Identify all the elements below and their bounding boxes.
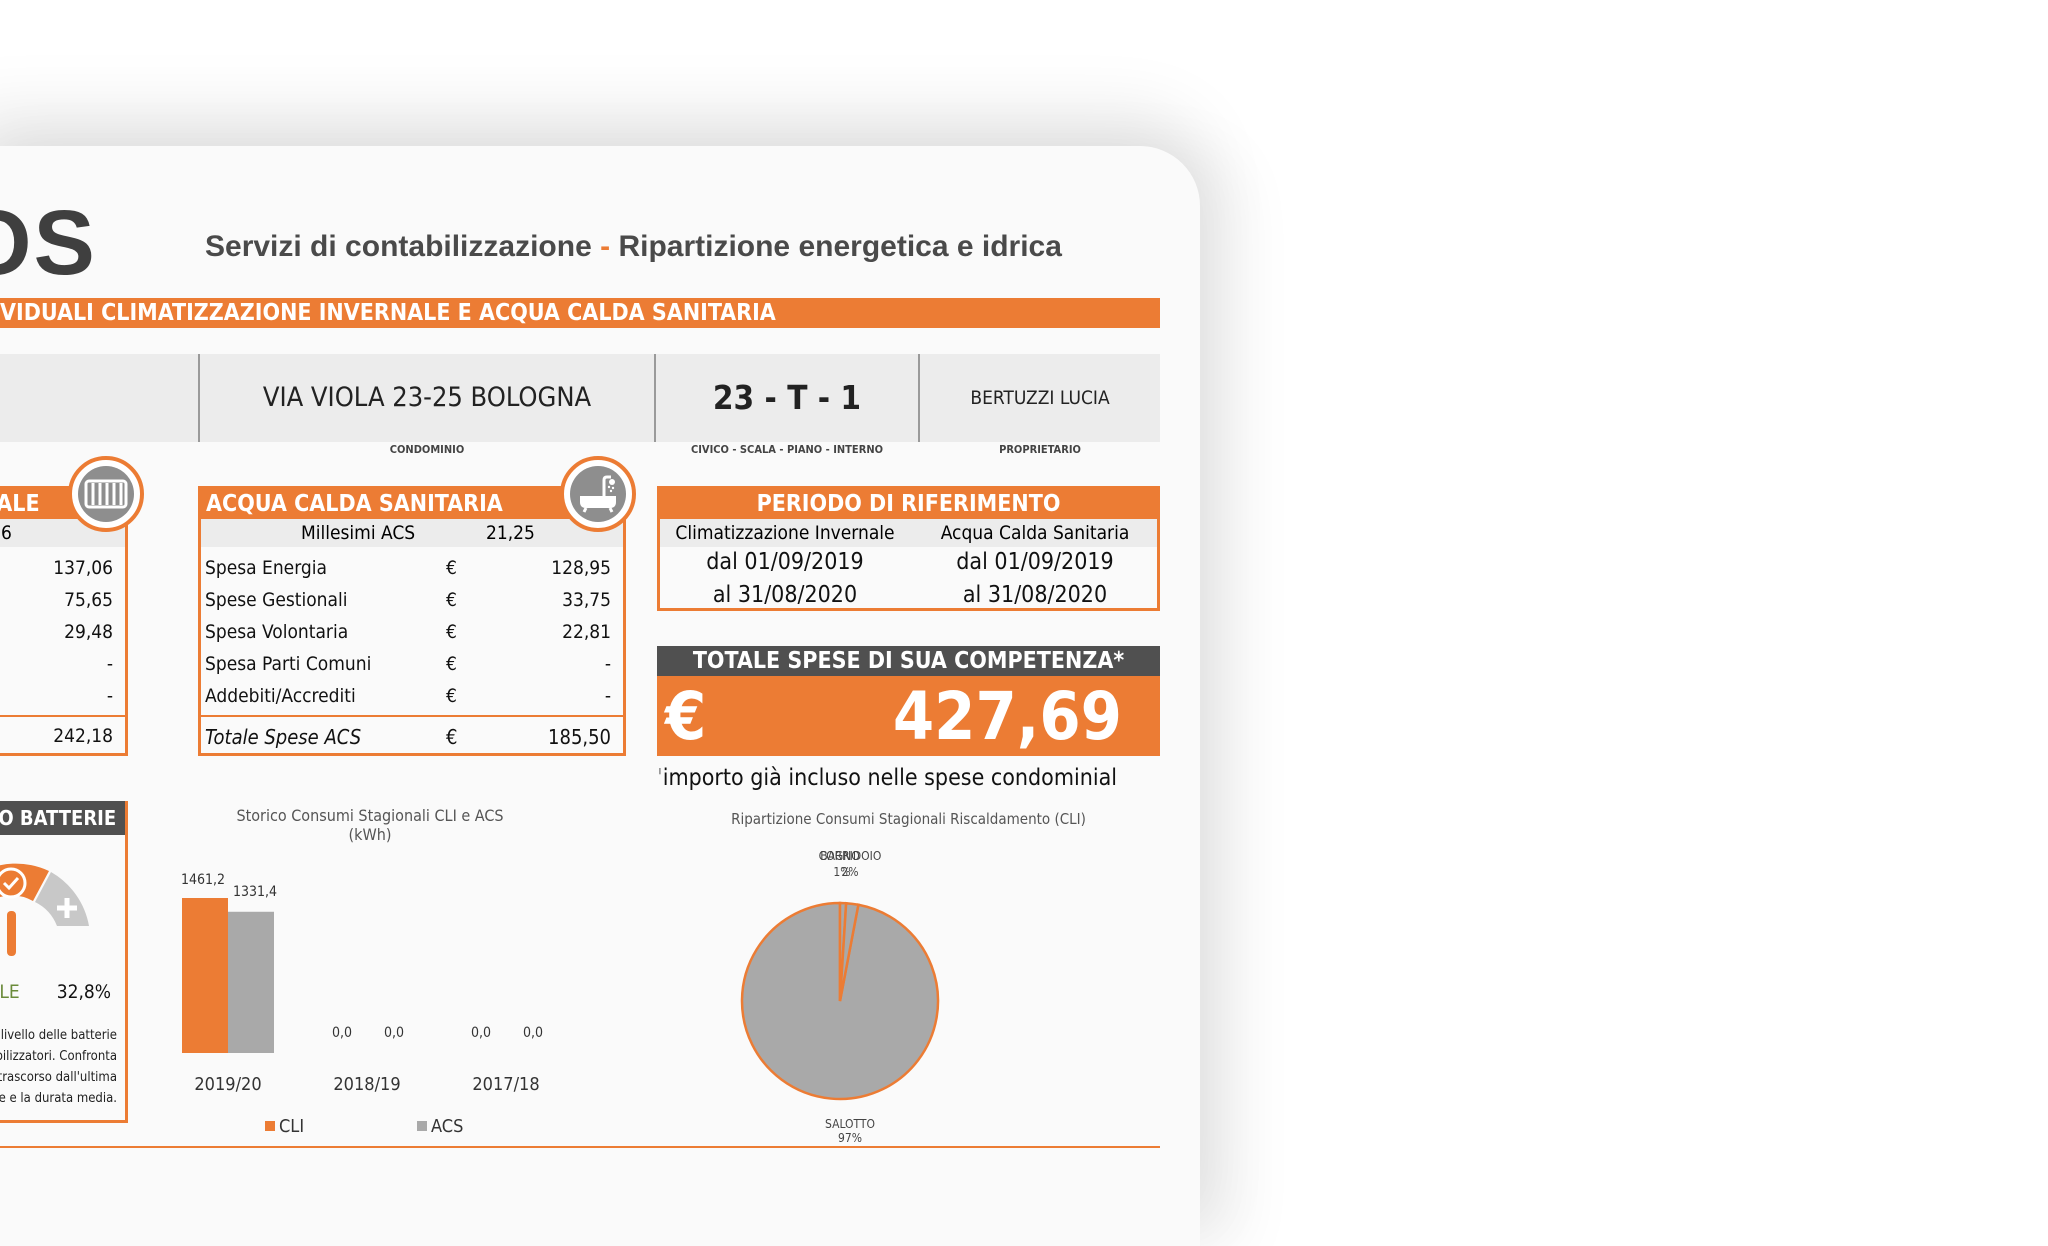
heating-total: 242,18 bbox=[53, 725, 113, 747]
pie-chart-title: Ripartizione Consumi Stagionali Riscalda… bbox=[731, 810, 1086, 828]
battery-box: TATO BATTERIE RMALE 32,8% del livello de… bbox=[0, 801, 128, 1123]
acs-row-label: Spese Gestionali bbox=[205, 589, 348, 611]
bar bbox=[182, 898, 228, 1053]
period-col2: Acqua Calda Sanitaria bbox=[940, 522, 1130, 544]
battery-gauge-icon bbox=[0, 863, 89, 956]
bar-chart-title: Storico Consumi Stagionali CLI e ACS (kW… bbox=[236, 806, 504, 844]
tagline-separator: - bbox=[600, 230, 611, 263]
tagline-part1: Servizi di contabilizzazione bbox=[205, 230, 592, 263]
pie-label-salotto: SALOTTO bbox=[824, 1117, 875, 1131]
heating-value: 29,48 bbox=[64, 621, 113, 643]
acs-row-label: Spesa Parti Comuni bbox=[205, 653, 372, 675]
bathtub-icon bbox=[560, 456, 636, 532]
acs-row-value: - bbox=[604, 685, 611, 707]
bar-category-label: 2019/20 bbox=[194, 1074, 261, 1095]
unit-label: CIVICO - SCALA - PIANO - INTERNO bbox=[690, 443, 884, 456]
bar-data-label: 0,0 bbox=[471, 1025, 491, 1041]
bar-data-label: 1461,2 bbox=[181, 872, 225, 888]
bar-data-label: 0,0 bbox=[523, 1025, 543, 1041]
condominium-label: CONDOMINIO bbox=[389, 443, 465, 456]
acs-row-value: 128,95 bbox=[551, 557, 611, 579]
acs-millesimi-row: Millesimi ACS 21,25 bbox=[201, 519, 623, 547]
divider bbox=[201, 715, 623, 717]
battery-description: del livello delle batterie ntabilizzator… bbox=[0, 1028, 117, 1106]
currency-symbol: € bbox=[446, 685, 457, 707]
condominium-address: VIA VIOLA 23-25 BOLOGNA bbox=[262, 382, 592, 413]
info-bar: VIA VIOLA 23-25 BOLOGNA 23 - T - 1 BERTU… bbox=[0, 354, 1160, 442]
acs-box: ACQUA CALDA SANITARIA Millesimi ACS 21,2… bbox=[198, 486, 626, 756]
acs-row-label: Spesa Volontaria bbox=[205, 621, 349, 643]
bar bbox=[228, 911, 274, 1053]
total-currency: € bbox=[665, 678, 707, 755]
footer-rule bbox=[0, 1146, 1160, 1148]
legend-swatch bbox=[417, 1121, 427, 1131]
bar-chart: 1461,2 1331,4 2019/20 0,0 0,0 2018/19 0,0 0,0 20… bbox=[181, 872, 543, 1137]
title-banner: VIDUALI CLIMATIZZAZIONE INVERNALE E ACQU… bbox=[0, 298, 1160, 328]
acs-millesimi-label: Millesimi ACS bbox=[301, 522, 416, 544]
pie-percent-salotto: 97% bbox=[838, 1131, 862, 1145]
total-amount: 427,69 bbox=[892, 678, 1122, 755]
pie-top-label: CORRIDOIO BAGNO 1% 2% bbox=[818, 849, 882, 879]
pie-bottom-label: SALOTTO 97% bbox=[800, 1117, 900, 1145]
acs-millesimi-value: 21,25 bbox=[486, 522, 535, 544]
acs-row-label: Addebiti/Accrediti bbox=[205, 685, 356, 707]
acs-row-value: 22,81 bbox=[562, 621, 611, 643]
divider bbox=[0, 715, 125, 717]
acs-row-label: Spesa Energia bbox=[205, 557, 327, 579]
legend-label: CLI bbox=[279, 1116, 304, 1137]
bar-data-label: 1331,4 bbox=[233, 884, 277, 900]
bar-category-label: 2018/19 bbox=[333, 1074, 400, 1095]
acs-total-value: 185,50 bbox=[548, 725, 611, 749]
currency-symbol: € bbox=[446, 557, 457, 579]
owner-label: PROPRIETARIO bbox=[999, 443, 1081, 456]
total-amount-box: € 427,69 bbox=[657, 676, 1160, 756]
total-title: TOTALE SPESE DI SUA COMPETENZA* bbox=[657, 646, 1160, 676]
heating-value: 137,06 bbox=[53, 557, 113, 579]
bar-data-label: 0,0 bbox=[332, 1025, 352, 1041]
heating-value: 75,65 bbox=[64, 589, 113, 611]
bar-category-label: 2017/18 bbox=[472, 1074, 539, 1095]
pie-chart bbox=[740, 901, 940, 1101]
period-box: PERIODO DI RIFERIMENTO Climatizzazione I… bbox=[657, 486, 1160, 611]
battery-percent: 32,8% bbox=[56, 981, 111, 1003]
acs-row-value: 33,75 bbox=[562, 589, 611, 611]
total-note-text: importo già incluso nelle spese condomin… bbox=[662, 765, 1118, 791]
period-to-acs: al 31/08/2020 bbox=[962, 582, 1108, 608]
unit-code: 23 - T - 1 bbox=[712, 378, 862, 417]
acs-total-label: Totale Spese ACS bbox=[205, 725, 362, 749]
currency-symbol: € bbox=[446, 589, 457, 611]
battery-title: TATO BATTERIE bbox=[0, 801, 125, 835]
tagline: Servizi di contabilizzazione - Ripartizi… bbox=[205, 230, 1062, 264]
period-from-acs: dal 01/09/2019 bbox=[956, 549, 1114, 575]
bar-data-label: 0,0 bbox=[384, 1025, 404, 1041]
tagline-part2: Ripartizione energetica e idrica bbox=[618, 230, 1062, 263]
total-note: 'importo già incluso nelle spese condomi… bbox=[657, 765, 1118, 791]
radiator-icon bbox=[68, 456, 144, 532]
company-logo: OS bbox=[0, 192, 97, 294]
period-title: PERIODO DI RIFERIMENTO bbox=[660, 489, 1157, 519]
owner-name: BERTUZZI LUCIA bbox=[970, 387, 1110, 409]
period-from-cli: dal 01/09/2019 bbox=[706, 549, 864, 575]
period-header-row: Climatizzazione Invernale Acqua Calda Sa… bbox=[660, 519, 1157, 547]
currency-symbol: € bbox=[446, 621, 457, 643]
battery-status: RMALE bbox=[0, 981, 20, 1003]
currency-symbol: € bbox=[446, 725, 458, 749]
period-to-cli: al 31/08/2020 bbox=[712, 582, 858, 608]
heating-value: - bbox=[106, 653, 113, 675]
bill-document: OS Servizi di contabilizzazione - Ripart… bbox=[0, 146, 1200, 1246]
legend-label: ACS bbox=[431, 1116, 463, 1137]
acs-row-value: - bbox=[604, 653, 611, 675]
period-col1: Climatizzazione Invernale bbox=[675, 522, 895, 544]
legend-swatch bbox=[265, 1121, 275, 1131]
heating-value: - bbox=[106, 685, 113, 707]
currency-symbol: € bbox=[446, 653, 457, 675]
